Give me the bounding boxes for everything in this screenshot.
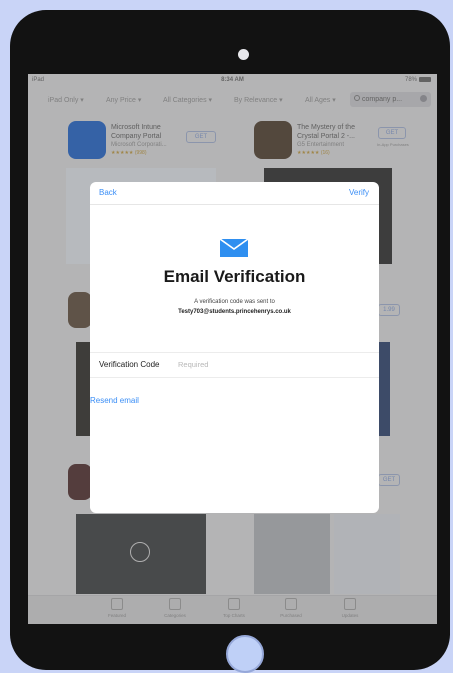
subtitle-text: A verification code was sent to	[194, 299, 275, 305]
envelope-icon	[220, 239, 248, 257]
dialog-title: Email Verification	[163, 267, 306, 286]
verification-code-label: Verification Code	[99, 360, 160, 369]
verify-button[interactable]: Verify	[349, 188, 369, 197]
verification-code-row: Verification Code	[90, 352, 379, 378]
home-button[interactable]	[226, 635, 264, 673]
resend-email-link[interactable]: Resend email	[90, 396, 139, 405]
dialog-nav-bar: Back Verify	[90, 182, 379, 205]
front-camera	[238, 49, 249, 60]
verification-code-input[interactable]	[178, 357, 368, 372]
dialog-subtitle: A verification code was sent to Testy703…	[90, 297, 379, 317]
email-address: Testy703@students.princehenrys.co.uk	[178, 309, 291, 315]
back-button[interactable]: Back	[99, 188, 117, 197]
email-verification-dialog: Back Verify Email Verification A verific…	[90, 182, 379, 513]
